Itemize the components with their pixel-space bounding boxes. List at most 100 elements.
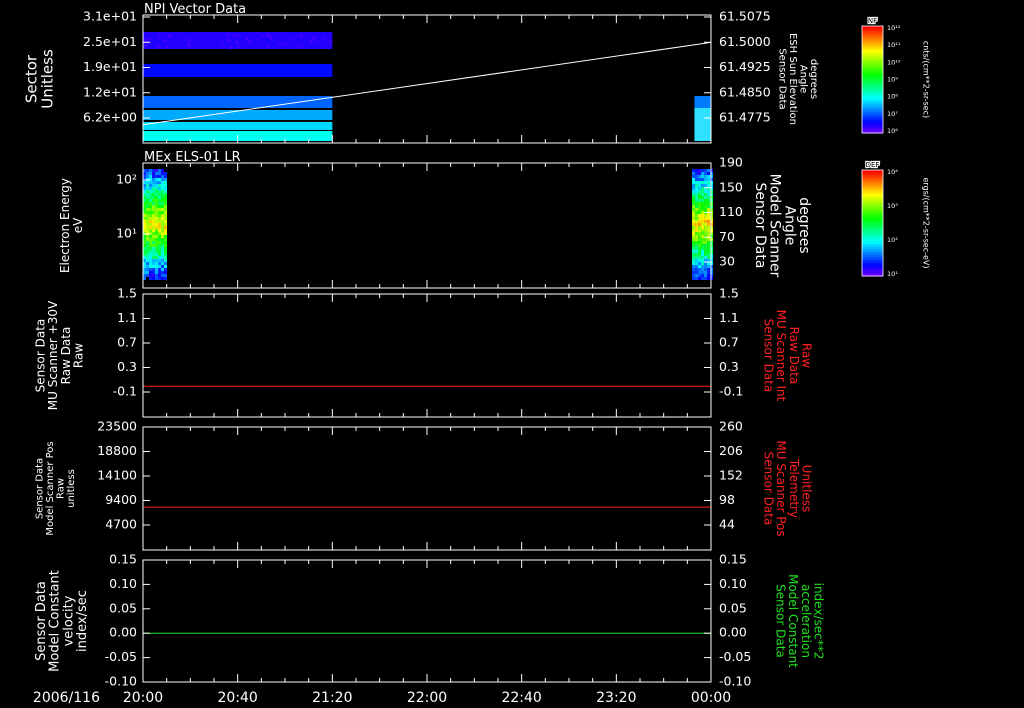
spectrogram-cell — [189, 39, 192, 42]
y-tick-label: -0.10 — [105, 674, 137, 689]
spectrogram-cell — [695, 181, 699, 184]
y-tick-label: 2.5e+01 — [83, 34, 137, 49]
spectrogram-cell — [266, 35, 269, 38]
spectrogram-cell — [152, 250, 155, 253]
spectrogram-cell — [146, 187, 149, 190]
y2-tick-label: 206 — [719, 443, 743, 458]
spectrogram-cell — [149, 265, 152, 268]
spectrogram-cell — [698, 274, 702, 277]
spectrogram-cell — [161, 265, 164, 268]
spectrogram-cell — [149, 199, 152, 202]
spectrogram-cell — [701, 262, 705, 265]
spectrogram-cell — [284, 42, 287, 45]
spectrogram-cell — [692, 196, 696, 199]
spectrogram-cell — [698, 187, 702, 190]
spectrogram-cell — [164, 277, 167, 280]
panel-frame — [142, 162, 712, 289]
spectrogram-cell — [165, 46, 168, 49]
spectrogram-cell — [698, 205, 702, 208]
spectrogram-cell — [158, 178, 161, 181]
spectrogram-cell — [158, 256, 161, 259]
y2-tick-label: 61.5000 — [719, 34, 771, 49]
spectrogram-cell — [704, 175, 708, 178]
spectrogram-cell — [692, 220, 696, 223]
spectrogram-cell — [158, 265, 161, 268]
colorbar-tick-label: 10⁷ — [887, 110, 898, 118]
spectrogram-cell — [692, 223, 696, 226]
spectrogram-cell — [698, 241, 702, 244]
spectrogram-cell — [692, 235, 696, 238]
spectrogram-cell — [695, 196, 699, 199]
y2-axis-label: Model Constant — [786, 574, 800, 668]
y-tick-label: 3.1e+01 — [83, 9, 137, 24]
spectrogram-cell — [161, 226, 164, 229]
spectrogram-cell — [186, 37, 189, 40]
spectrogram-cell — [695, 214, 699, 217]
colorbar-tick-label: 10³ — [887, 202, 898, 210]
spectrogram-cell — [707, 208, 711, 211]
spectrogram-cell — [704, 232, 708, 235]
spectrogram-cell — [158, 253, 161, 256]
colorbar-tick-label: 10² — [887, 236, 898, 244]
panel-frame — [142, 559, 712, 683]
spectrogram-cell — [161, 172, 164, 175]
spectrogram-cell — [161, 256, 164, 259]
spectrogram-cell — [695, 205, 699, 208]
spectrogram-cell — [695, 220, 699, 223]
spectrogram-cell — [695, 238, 699, 241]
y2-tick-label: 1.1 — [719, 310, 739, 325]
spectrogram-cell — [147, 37, 150, 40]
spectrogram-cell — [146, 268, 149, 271]
spectrogram-cell — [158, 202, 161, 205]
spectrogram-cell — [152, 169, 155, 172]
spectrogram-cell — [704, 265, 708, 268]
spectrogram-cell — [701, 271, 705, 274]
spectrogram-cell — [695, 187, 699, 190]
spectrogram-cell — [701, 277, 705, 280]
spectrogram-cell — [704, 208, 708, 211]
spectrogram-cell — [701, 169, 705, 172]
spectrogram-cell — [221, 40, 224, 43]
spectrogram-cell — [701, 241, 705, 244]
spectrogram-cell — [695, 244, 699, 247]
spectrogram-cell — [152, 217, 155, 220]
spectrogram-cell — [155, 169, 158, 172]
spectrogram-cell — [152, 181, 155, 184]
spectrogram-cell — [149, 262, 152, 265]
spectrogram-cell — [155, 214, 158, 217]
spectrogram-cell — [698, 259, 702, 262]
spectrogram-cell — [164, 268, 167, 271]
spectrogram-cell — [158, 217, 161, 220]
spectrogram-cell — [698, 271, 702, 274]
spectrogram-cell — [149, 250, 152, 253]
spectrogram-cell — [164, 262, 167, 265]
spectrogram-cell — [692, 277, 696, 280]
spectrogram-cell — [312, 36, 315, 39]
spectrogram-cell — [695, 271, 699, 274]
spectrogram-cell — [164, 244, 167, 247]
spectrogram-cell — [289, 38, 292, 41]
panel-frame — [142, 293, 712, 418]
spectrogram-cell — [149, 214, 152, 217]
spectrogram-cell — [692, 232, 696, 235]
spectrogram-cell — [692, 199, 696, 202]
spectrogram-cell — [146, 169, 149, 172]
x-tick-label: 20:00 — [123, 690, 163, 706]
spectrogram-cell — [164, 223, 167, 226]
spectrogram-cell — [228, 39, 231, 42]
spectrogram-cell — [155, 247, 158, 250]
y-axis-label: Model Scanner Pos — [45, 441, 56, 535]
spectrogram-cell — [707, 214, 711, 217]
y2-axis-label: index/sec**2 — [811, 583, 825, 660]
spectrogram-band — [143, 122, 333, 130]
y-tick-label: 4700 — [105, 517, 137, 532]
spectrogram-cell — [704, 271, 708, 274]
spectrogram-cell — [329, 39, 332, 42]
spectrogram-cell — [707, 256, 711, 259]
spectrogram-cell — [149, 202, 152, 205]
spectrogram-cell — [164, 211, 167, 214]
spectrogram-cell — [292, 46, 295, 49]
spectrogram-cell — [701, 199, 705, 202]
y2-axis-label: Sensor Data — [776, 48, 787, 109]
spectrogram-cell — [226, 38, 229, 41]
